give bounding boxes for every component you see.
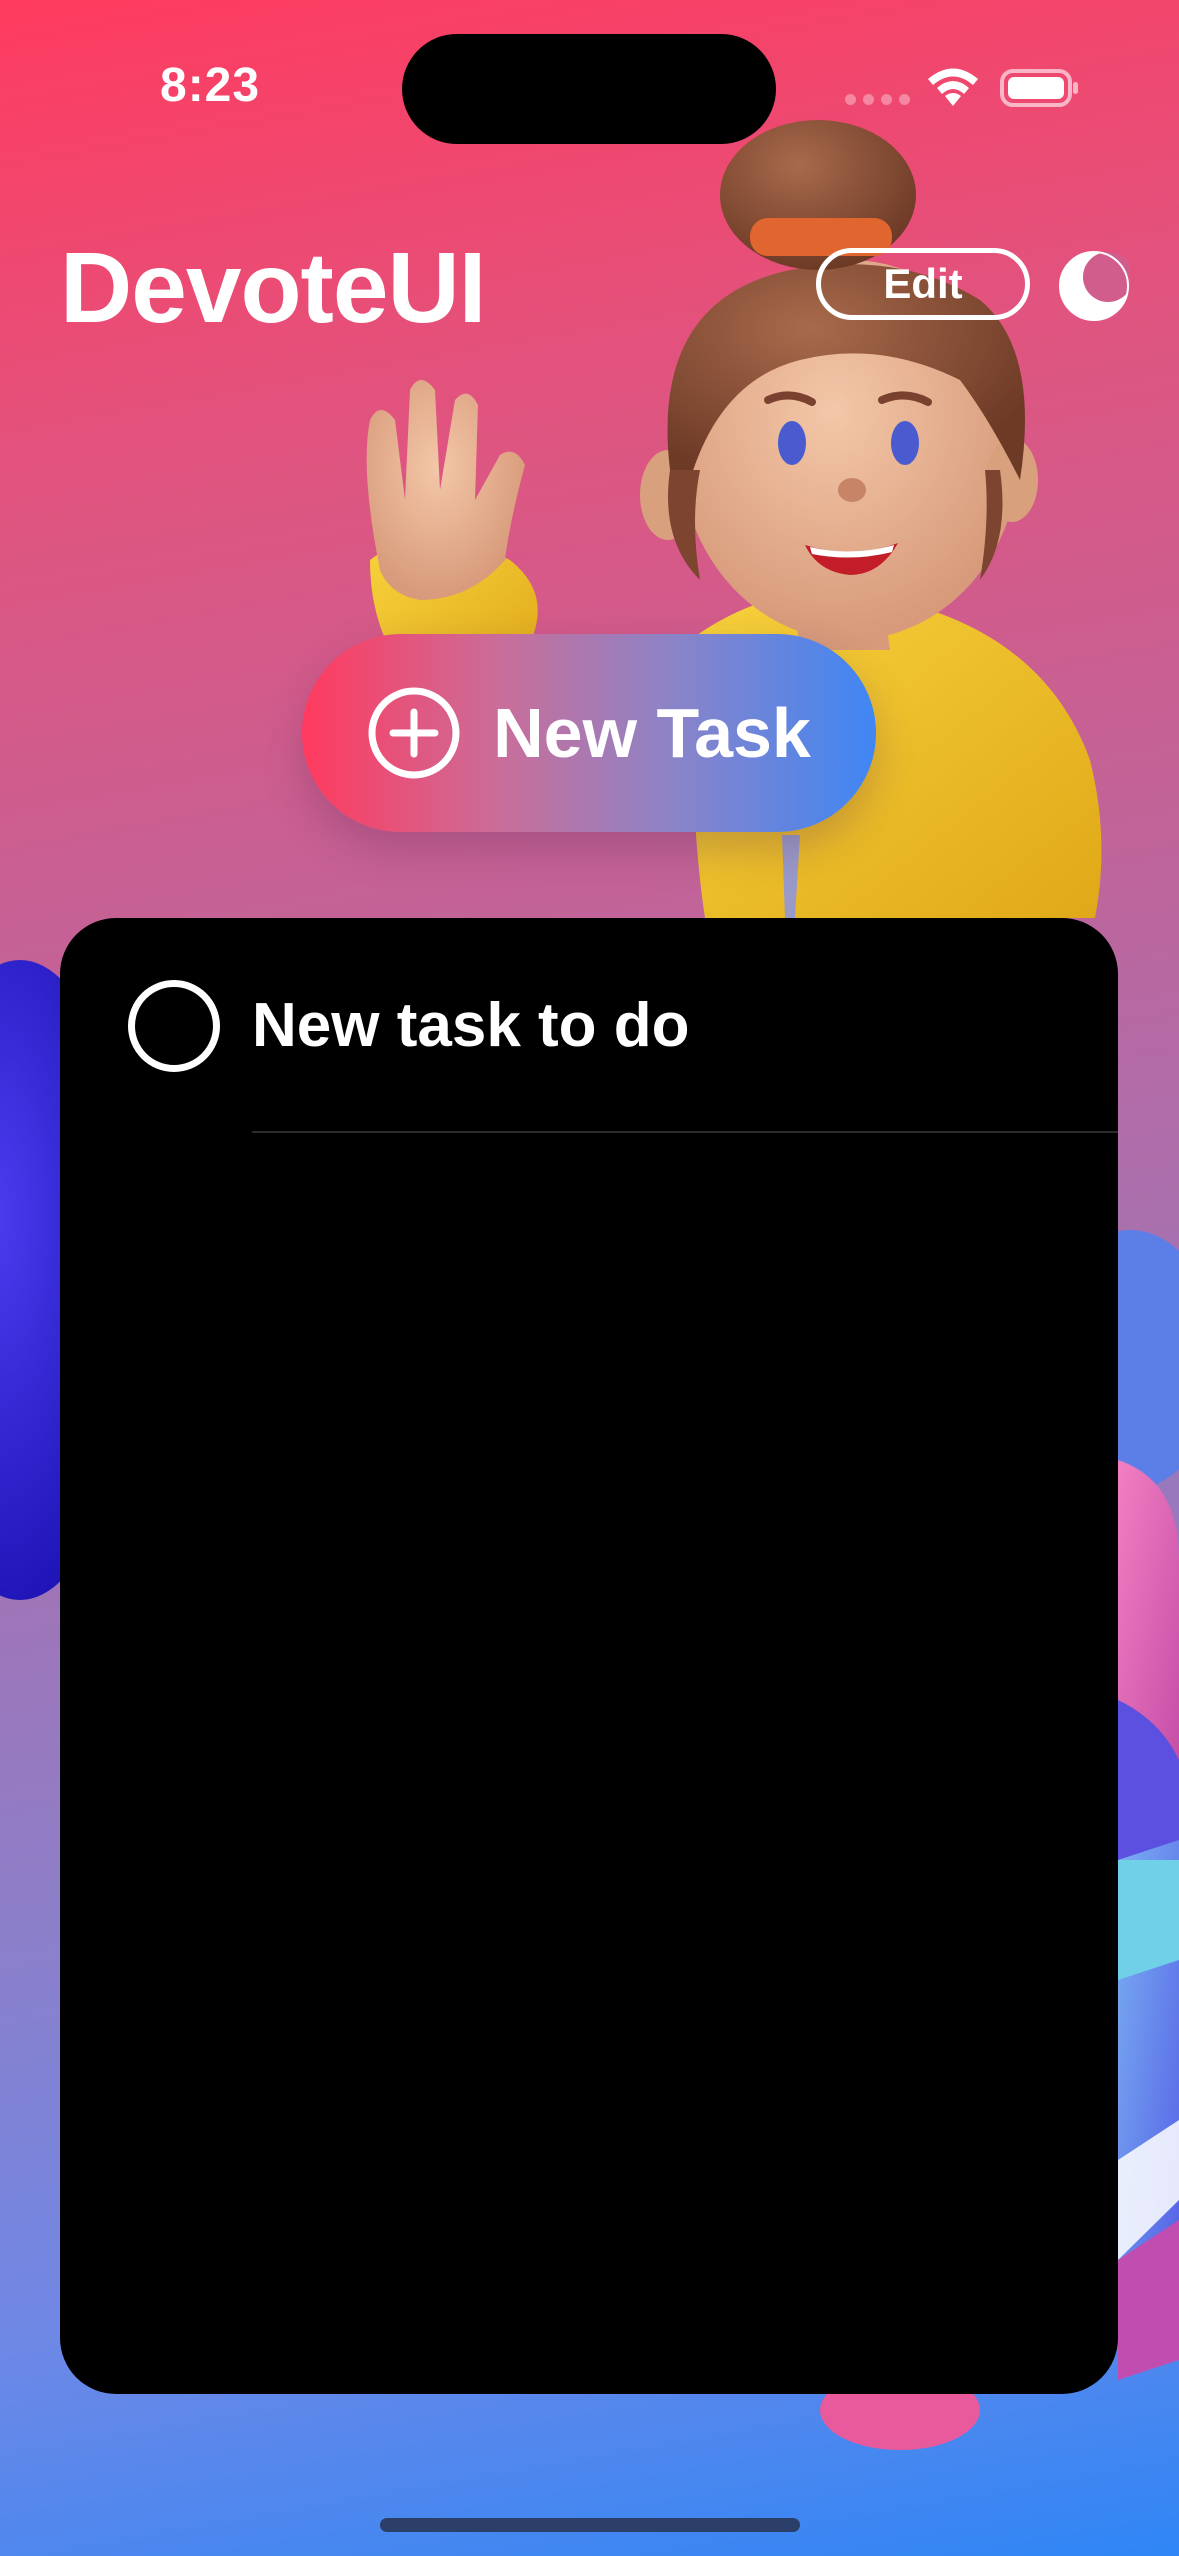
new-task-button[interactable]: New Task (302, 634, 876, 832)
row-separator (252, 1131, 1118, 1133)
task-title: New task to do (252, 991, 690, 1060)
home-indicator[interactable] (380, 2518, 800, 2532)
task-list: New task to do (60, 918, 1118, 2394)
wifi-icon (928, 68, 978, 106)
app-title: DevoteUI (60, 232, 486, 344)
plus-circle-icon (368, 687, 460, 779)
moon-icon[interactable] (1058, 250, 1130, 322)
new-task-label: New Task (493, 694, 811, 772)
status-time: 8:23 (160, 59, 261, 112)
edit-button[interactable]: Edit (816, 248, 1030, 320)
task-row[interactable]: New task to do (60, 918, 1118, 1133)
task-checkbox[interactable] (128, 980, 220, 1072)
status-bar: 8:23 (0, 0, 1179, 170)
dynamic-island (402, 34, 776, 144)
signal-dots-icon (845, 94, 910, 105)
battery-icon (1000, 69, 1078, 107)
